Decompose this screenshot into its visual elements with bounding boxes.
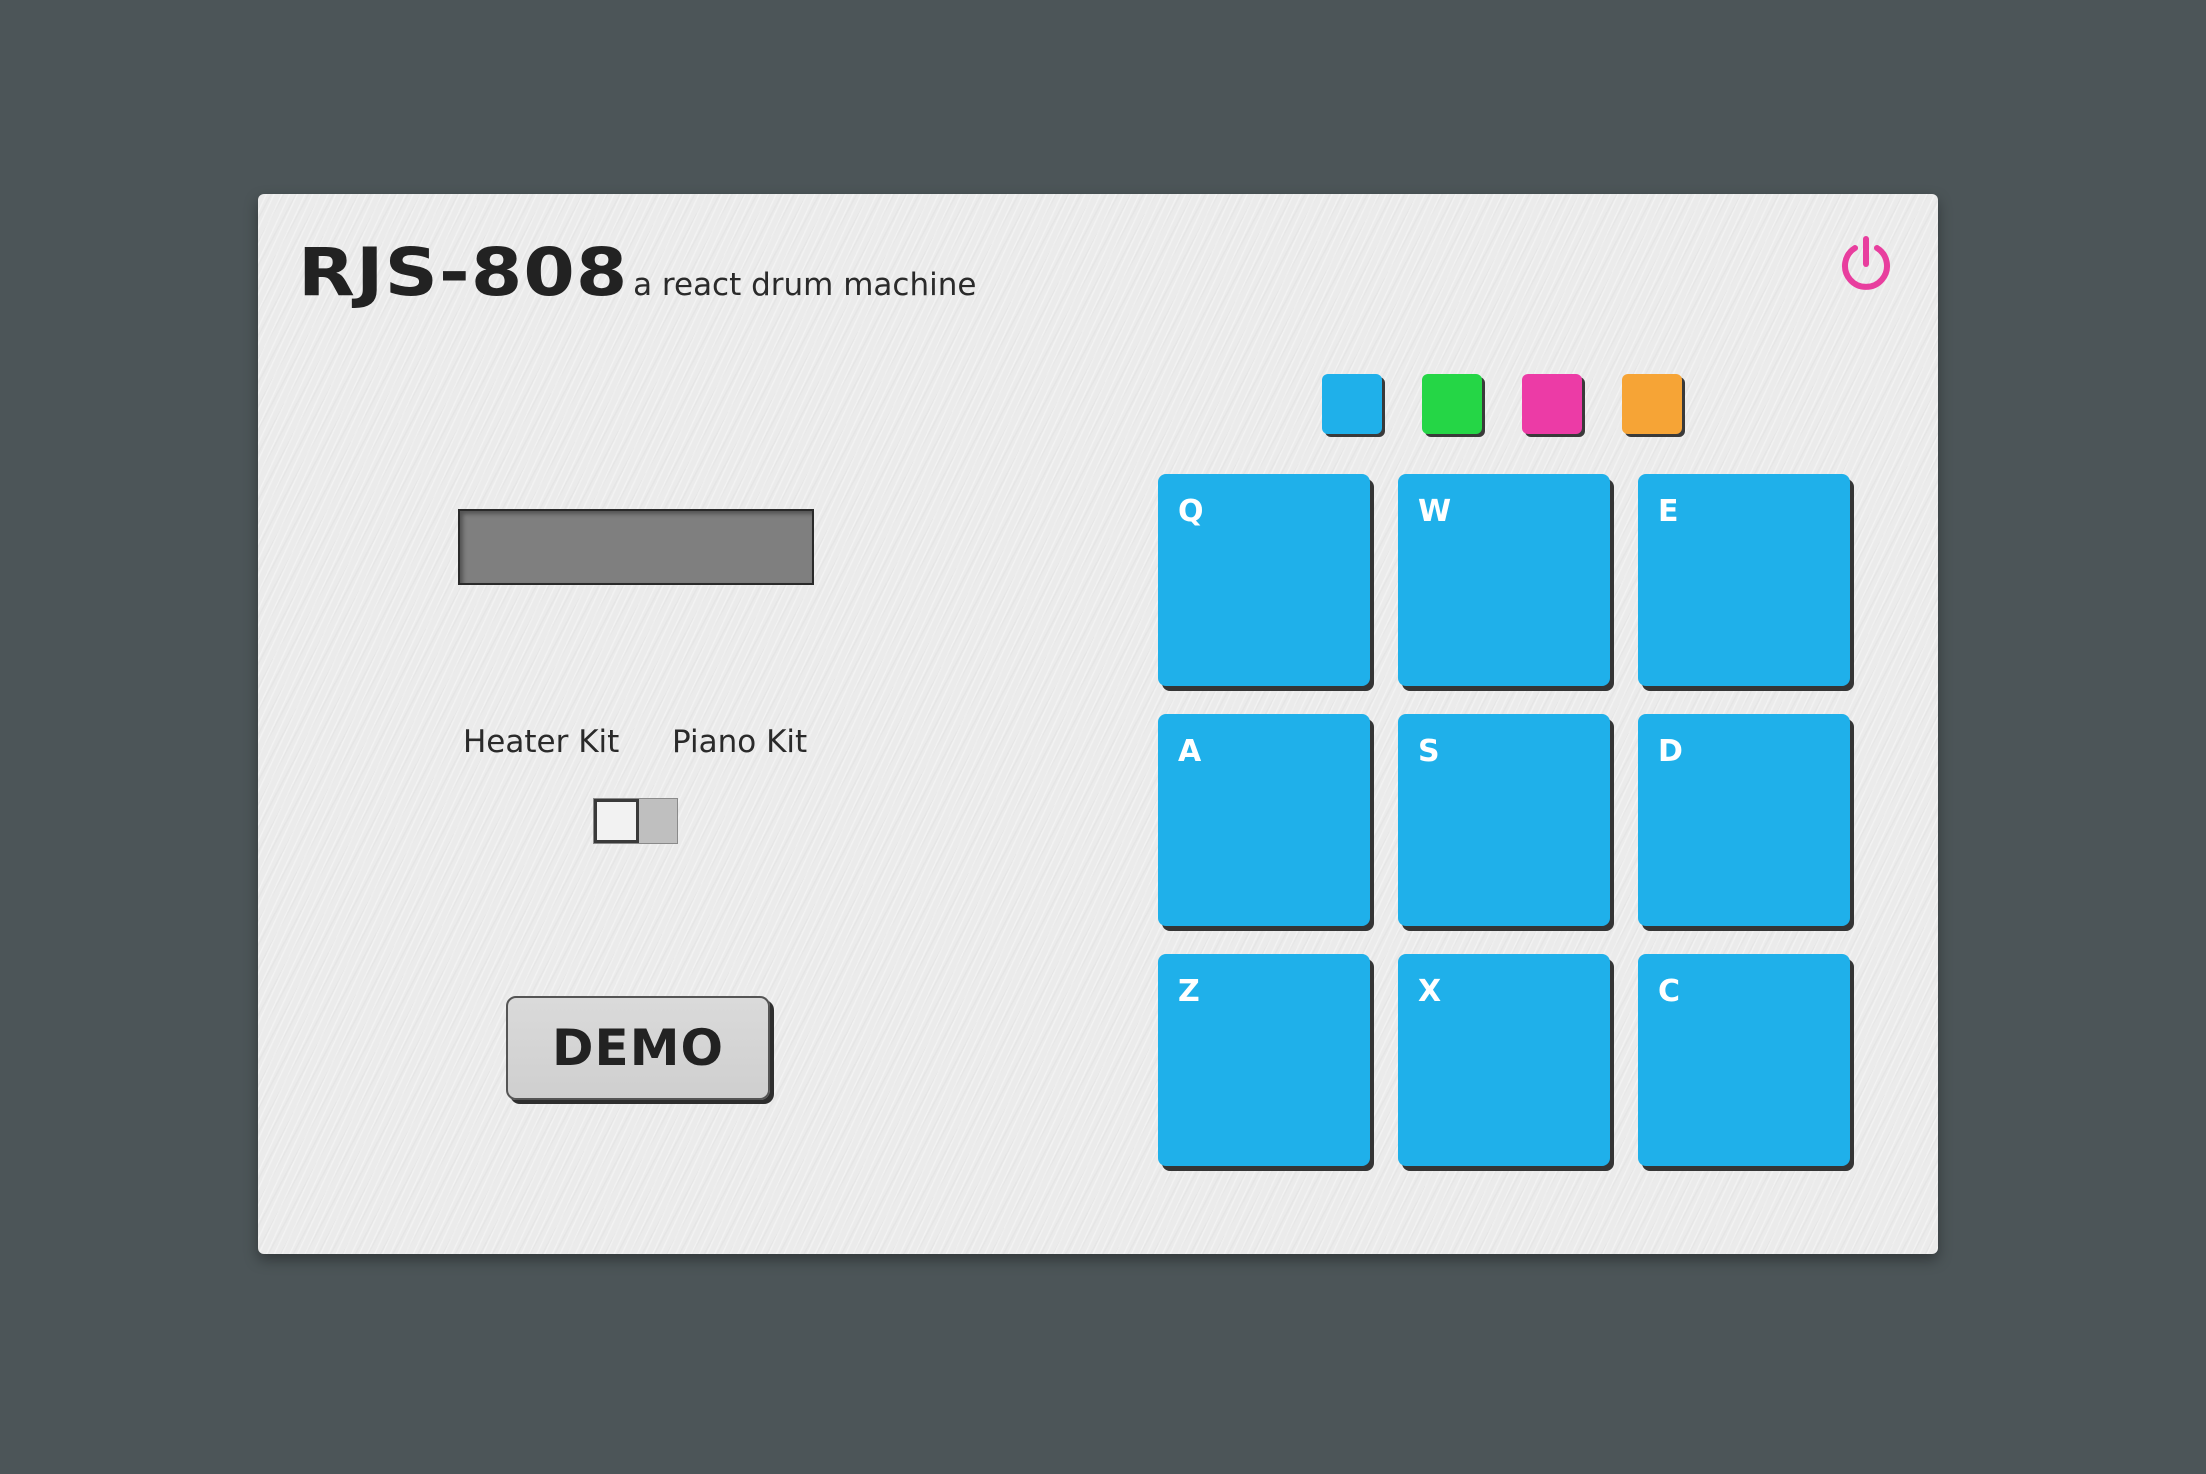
pad-key-label: D	[1658, 734, 1683, 769]
pad-key-label: W	[1418, 494, 1452, 529]
drum-pad-z[interactable]: Z	[1158, 954, 1370, 1166]
drum-pad-s[interactable]: S	[1398, 714, 1610, 926]
pad-key-label: A	[1178, 734, 1202, 769]
pad-key-label: Z	[1178, 974, 1200, 1009]
pad-key-label: E	[1658, 494, 1679, 529]
pad-key-label: X	[1418, 974, 1442, 1009]
drum-pad-c[interactable]: C	[1638, 954, 1850, 1166]
color-swatch-green[interactable]	[1422, 374, 1482, 434]
app-subtitle: a react drum machine	[633, 267, 977, 303]
drum-pad-d[interactable]: D	[1638, 714, 1850, 926]
pad-key-label: S	[1418, 734, 1440, 769]
pad-key-label: Q	[1178, 494, 1204, 529]
drum-pad-w[interactable]: W	[1398, 474, 1610, 686]
heater-kit-label: Heater Kit	[463, 724, 620, 760]
drum-pad-x[interactable]: X	[1398, 954, 1610, 1166]
piano-kit-label: Piano Kit	[672, 724, 808, 760]
power-button[interactable]	[1836, 234, 1896, 294]
drum-pad-a[interactable]: A	[1158, 714, 1370, 926]
app-title: RJS-808	[298, 234, 629, 311]
color-swatch-blue[interactable]	[1322, 374, 1382, 434]
toggle-knob[interactable]	[594, 799, 639, 843]
power-icon	[1842, 236, 1890, 290]
drum-pad-q[interactable]: Q	[1158, 474, 1370, 686]
logo: RJS-808 a react drum machine	[298, 234, 976, 311]
drum-pad-e[interactable]: E	[1638, 474, 1850, 686]
color-swatch-pink[interactable]	[1522, 374, 1582, 434]
demo-button[interactable]: DEMO	[506, 996, 770, 1100]
kit-labels: Heater Kit Piano Kit	[463, 724, 863, 764]
pad-key-label: C	[1658, 974, 1681, 1009]
sound-display	[458, 509, 814, 585]
color-swatch-orange[interactable]	[1622, 374, 1682, 434]
drum-machine-panel: RJS-808 a react drum machine Heater Kit …	[258, 194, 1938, 1254]
kit-toggle-switch[interactable]	[593, 798, 678, 844]
